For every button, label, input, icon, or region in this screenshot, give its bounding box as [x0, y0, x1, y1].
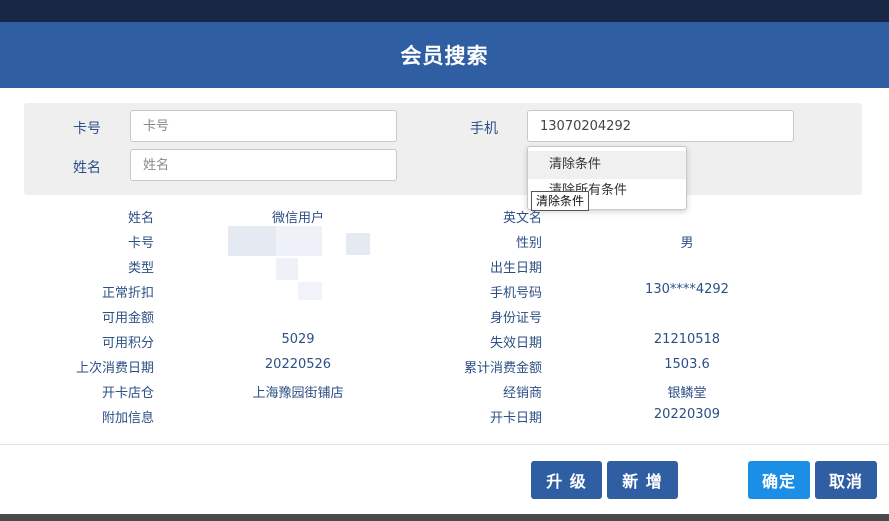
detail-label-expiry: 失效日期 — [489, 336, 542, 351]
detail-label-gender: 性别 — [515, 236, 542, 251]
detail-label-dealer: 经销商 — [502, 386, 542, 401]
add-button[interactable]: 新 增 — [607, 461, 678, 499]
cancel-button[interactable]: 取消 — [815, 461, 877, 499]
detail-label-store: 开卡店仓 — [101, 386, 154, 401]
detail-label-card: 卡号 — [127, 236, 154, 251]
detail-value-open-date: 20220309 — [653, 407, 721, 422]
privacy-mask — [228, 226, 276, 256]
card-label: 卡号 — [73, 121, 101, 137]
detail-label-type: 类型 — [127, 261, 154, 276]
detail-label-name: 姓名 — [127, 211, 154, 226]
detail-value-total-spent: 1503.6 — [664, 357, 710, 372]
window-bottom-strip — [0, 514, 889, 521]
name-label: 姓名 — [73, 160, 101, 176]
dialog-title: 会员搜索 — [0, 22, 889, 88]
detail-label-english-name: 英文名 — [502, 211, 542, 226]
detail-label-id-number: 身份证号 — [489, 311, 542, 326]
name-input[interactable] — [130, 149, 397, 181]
detail-label-birthday: 出生日期 — [489, 261, 542, 276]
detail-label-extra-info: 附加信息 — [101, 411, 154, 426]
detail-label-open-date: 开卡日期 — [489, 411, 542, 426]
detail-label-mobile: 手机号码 — [489, 286, 542, 301]
window-top-bar — [0, 0, 889, 22]
privacy-mask — [276, 258, 298, 280]
detail-value-gender: 男 — [680, 236, 694, 251]
confirm-button[interactable]: 确定 — [748, 461, 810, 499]
detail-value-dealer: 银鳞堂 — [667, 386, 707, 401]
privacy-mask — [298, 282, 322, 300]
detail-label-total-spent: 累计消费金额 — [463, 361, 542, 376]
privacy-mask — [276, 226, 322, 256]
detail-value-last-purchase: 20220526 — [264, 357, 332, 372]
detail-label-points: 可用积分 — [101, 336, 154, 351]
privacy-mask — [346, 233, 370, 255]
member-search-dialog: 会员搜索 卡号 手机 姓名 清除条件 清除所有条件 清除条件 姓名 微信用户 卡… — [0, 22, 889, 514]
phone-label: 手机 — [470, 121, 498, 137]
detail-value-points: 5029 — [281, 332, 315, 347]
menu-item-clear-condition[interactable]: 清除条件 — [528, 151, 686, 179]
detail-value-store: 上海豫园街铺店 — [252, 386, 344, 401]
detail-value-expiry: 21210518 — [653, 332, 721, 347]
phone-input[interactable] — [527, 110, 794, 142]
detail-label-last-purchase: 上次消费日期 — [75, 361, 154, 376]
detail-label-discount: 正常折扣 — [101, 286, 154, 301]
card-input[interactable] — [130, 110, 397, 142]
detail-label-balance: 可用金额 — [101, 311, 154, 326]
footer-divider — [0, 444, 889, 445]
detail-value-mobile: 130****4292 — [645, 282, 729, 297]
upgrade-button[interactable]: 升 级 — [531, 461, 602, 499]
detail-value-name: 微信用户 — [271, 211, 324, 226]
